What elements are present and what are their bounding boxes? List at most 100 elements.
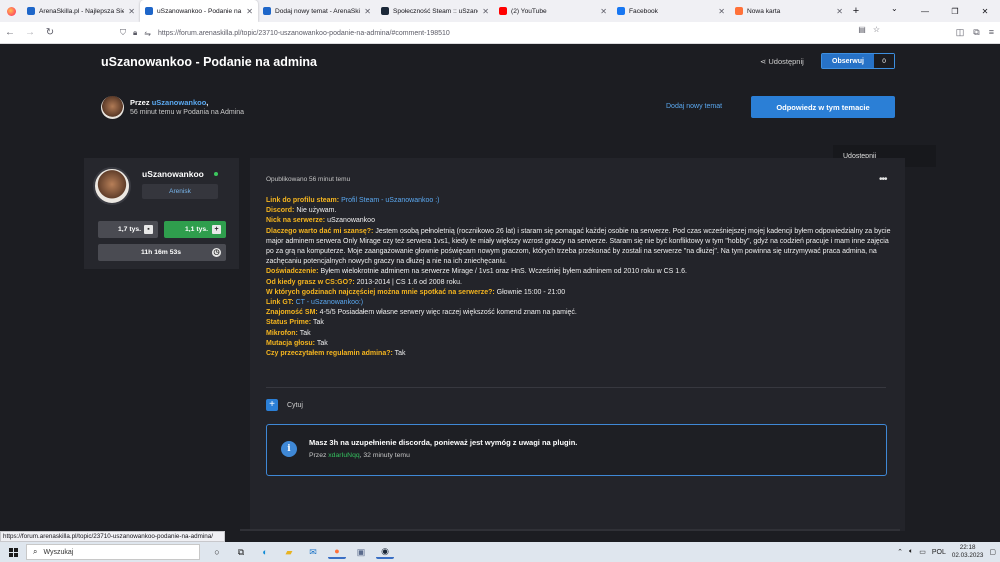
note-title: Masz 3h na uzupełnienie discorda, poniew… (309, 438, 578, 447)
post-body: Link do profilu steam: Profil Steam - uS… (266, 196, 891, 359)
keyboard-language[interactable]: POL (932, 549, 946, 556)
post-field: Link do profilu steam: Profil Steam - uS… (266, 196, 891, 206)
add-topic-link[interactable]: Dodaj nowy temat (666, 103, 722, 110)
reputation-value: 1,1 tys. (185, 226, 209, 233)
photos-icon[interactable]: ▣ (352, 545, 370, 559)
tab-close-icon[interactable]: ✕ (836, 7, 843, 16)
post-field-link[interactable]: CT - uSzanowankoo:) (294, 299, 364, 306)
tab-favicon-icon (381, 7, 389, 15)
firefox-view-button[interactable] (0, 0, 22, 22)
tab-favicon-icon (263, 7, 271, 15)
back-button[interactable]: ← (0, 27, 20, 38)
url-bar[interactable]: ⛉ 🔒︎ ⇋ https://forum.arenaskilla.pl/topi… (120, 25, 880, 41)
quote-button[interactable]: + Cytuj (266, 399, 303, 411)
tab-list-button[interactable]: ⌄ (891, 4, 898, 13)
navigation-bar: ← → ↻ ⛉ 🔒︎ ⇋ https://forum.arenaskilla.p… (0, 22, 1000, 44)
post-field-key: Discord: (266, 207, 295, 215)
browser-tab[interactable]: (2) YouTube ✕ (494, 0, 612, 22)
extensions-icon[interactable]: ⧉ (973, 27, 979, 38)
post-field-key: Mikrofon: (266, 329, 298, 337)
lock-icon[interactable]: 🔒︎ (133, 28, 137, 38)
new-tab-button[interactable]: + (848, 5, 864, 17)
browser-tab[interactable]: Społeczność Steam :: uSzanowa ✕ (376, 0, 494, 22)
pocket-icon[interactable]: ◫ (956, 27, 965, 38)
taskbar-search[interactable]: ⌕ Wyszukaj (26, 544, 200, 560)
reputation-stat: 1,1 tys. + (164, 221, 226, 238)
note-author-link[interactable]: xdarIuNqq (328, 452, 359, 459)
tab-title: (2) YouTube (511, 7, 547, 15)
tab-close-icon[interactable]: ✕ (482, 7, 489, 16)
steam-icon[interactable]: ◉ (376, 545, 394, 559)
tab-close-icon[interactable]: ✕ (246, 7, 253, 16)
browser-tab[interactable]: uSzanowankoo - Podanie na ad ✕ (140, 0, 258, 22)
network-icon[interactable]: ▭ (919, 548, 926, 556)
tab-close-icon[interactable]: ✕ (364, 7, 371, 16)
restore-button[interactable]: ❐ (940, 0, 970, 22)
menu-icon[interactable]: ≡ (989, 27, 994, 38)
post-field-key: Doświadczenie: (266, 268, 319, 276)
post-options-icon[interactable]: ••• (879, 174, 887, 185)
info-icon: i (281, 441, 297, 457)
post-field: Mikrofon: Tak (266, 329, 891, 339)
post-field-key: Nick na serwerze: (266, 217, 326, 225)
forward-button[interactable]: → (20, 27, 40, 38)
browser-tab[interactable]: Nowa karta ✕ (730, 0, 848, 22)
online-time-stat: 11h 16m 53s ◷ (98, 244, 226, 261)
cortana-icon[interactable]: ○ (208, 545, 226, 559)
tab-title: Facebook (629, 7, 658, 15)
post-date: Opublikowano 56 minut temu (266, 176, 351, 183)
windows-taskbar: ⌕ Wyszukaj ○ ⧉ ◐ ▰ ✉ ● ▣ ◉ ⌃ 🔈︎ ▭ POL 22… (0, 542, 1000, 562)
user-rank-badge: Arenisk (142, 184, 218, 199)
reply-button[interactable]: Odpowiedz w tym temacie (751, 96, 895, 118)
note-meta: Przez xdarIuNqq, 32 minuty temu (309, 452, 410, 459)
tab-close-icon[interactable]: ✕ (128, 7, 135, 16)
post-field: Status Prime: Tak (266, 318, 891, 328)
topic-byline: Przez uSzanowankoo, (130, 98, 208, 107)
author-link[interactable]: uSzanowankoo (152, 98, 207, 107)
user-avatar[interactable] (93, 167, 131, 205)
shield-icon[interactable]: ⛉ (120, 28, 126, 38)
online-time-value: 11h 16m 53s (141, 249, 182, 256)
search-icon: ⌕ (33, 547, 38, 556)
notifications-icon[interactable]: ▢ (989, 548, 996, 556)
close-window-button[interactable]: ✕ (970, 0, 1000, 22)
post-field-link[interactable]: Profil Steam - uSzanowankoo :) (339, 197, 439, 204)
post-field-value: Tak (315, 339, 328, 347)
follow-button[interactable]: Obserwuj 0 (821, 53, 895, 69)
start-button[interactable] (0, 542, 26, 562)
bookmark-star-icon[interactable]: ☆ (873, 25, 880, 34)
browser-tab[interactable]: Dodaj nowy temat - ArenaSkilla ✕ (258, 0, 376, 22)
quote-label: Cytuj (287, 401, 303, 409)
post-field-value: Tak (297, 329, 311, 337)
firefox-taskbar-icon[interactable]: ● (328, 545, 346, 559)
author-avatar[interactable] (101, 96, 124, 119)
clock[interactable]: 22:18 02.03.2023 (952, 544, 984, 560)
edge-icon[interactable]: ◐ (256, 545, 274, 559)
post-field-key: Znajomość SM: (266, 309, 318, 317)
browser-tab[interactable]: Facebook ✕ (612, 0, 730, 22)
reader-view-icon[interactable]: ▤ (858, 25, 866, 34)
tab-title: Dodaj nowy temat - ArenaSkilla (275, 7, 361, 15)
mail-icon[interactable]: ✉ (304, 545, 322, 559)
share-button[interactable]: ⋖ Udostępnij (760, 57, 804, 66)
volume-icon[interactable]: 🔈︎ (909, 548, 913, 556)
url-text[interactable]: https://forum.arenaskilla.pl/topic/23710… (158, 30, 450, 37)
minimize-button[interactable]: — (910, 0, 940, 22)
online-indicator (214, 172, 218, 176)
tray-chevron-icon[interactable]: ⌃ (897, 548, 903, 556)
reload-button[interactable]: ↻ (40, 27, 60, 38)
post-field-key: Link GT: (266, 299, 294, 307)
task-view-icon[interactable]: ⧉ (232, 545, 250, 559)
share-label: Udostępnij (768, 57, 804, 66)
permissions-icon[interactable]: ⇋ (144, 29, 151, 38)
browser-tab[interactable]: ArenaSkilla.pl - Najlepsza Sieć S✕ (22, 0, 140, 22)
file-explorer-icon[interactable]: ▰ (280, 545, 298, 559)
system-tray: ⌃ 🔈︎ ▭ POL 22:18 02.03.2023 ▢ (897, 544, 996, 560)
post-field-key: W których godzinach najczęściej można mn… (266, 288, 495, 296)
post-field: W których godzinach najczęściej można mn… (266, 288, 891, 298)
forum-page: uSzanowankoo - Podanie na admina ⋖ Udost… (0, 44, 1000, 531)
user-name[interactable]: uSzanowankoo (142, 169, 204, 179)
tab-close-icon[interactable]: ✕ (600, 7, 607, 16)
tab-title: Nowa karta (747, 7, 781, 15)
tab-close-icon[interactable]: ✕ (718, 7, 725, 16)
